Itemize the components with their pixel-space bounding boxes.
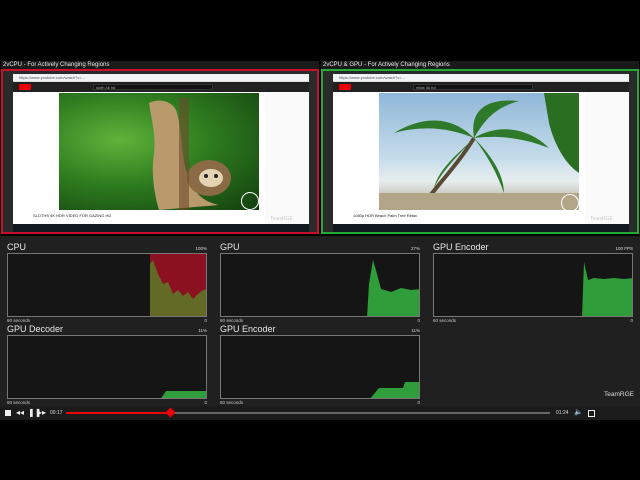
youtube-logo-icon[interactable]: [19, 84, 31, 90]
gpu-encoder-top-fps: 100 FPS: [615, 246, 633, 251]
gpu-decoder-percent: 11%: [198, 328, 207, 333]
cpu-x-end: 0: [204, 318, 207, 323]
next-frame-icon[interactable]: ▸▸: [38, 409, 46, 417]
gpu-encoder-bottom-x-end: 0: [417, 400, 420, 405]
gpu-encoder-graph-top: GPU Encoder 100 FPS 60 seconds 0: [433, 242, 633, 324]
gpu-decoder-graph-area: [7, 335, 207, 399]
right-search-input[interactable]: relax 4k hd: [413, 84, 533, 90]
gpu-encoder-bottom-x-label: 60 seconds: [220, 400, 244, 405]
gpu-x-end: 0: [417, 318, 420, 323]
cpu-graph-area: [7, 253, 207, 317]
right-watermark: TeamRGE: [589, 216, 613, 222]
gpu-graph-area: [220, 253, 420, 317]
left-browser-window[interactable]: https://www.youtube.com/watch?v=... slot…: [13, 74, 309, 232]
left-youtube-header: sloth 4k hd: [13, 82, 309, 92]
right-session-pane[interactable]: https://www.youtube.com/watch?v=... rela…: [321, 69, 639, 234]
seek-knob[interactable]: [165, 407, 176, 418]
gpu-encoder-bottom-label: GPU Encoder: [220, 324, 276, 334]
sloth-image: [149, 98, 231, 210]
right-video-player[interactable]: [379, 93, 579, 212]
palm-tree-image: [379, 93, 579, 212]
right-remote-cursor-icon: [561, 194, 579, 212]
right-stats-sidepanel: [585, 93, 629, 228]
right-browser-window[interactable]: https://www.youtube.com/watch?v=... rela…: [333, 74, 629, 232]
stats-watermark: TeamRGE: [604, 391, 634, 398]
player-controls: ◂◂ ❚❚ ▸▸ 00:17 01:24 🔈: [0, 406, 640, 420]
gpu-graph: GPU 27% 60 seconds 0: [220, 242, 420, 324]
left-stats-sidepanel: [265, 93, 309, 228]
right-url-bar[interactable]: https://www.youtube.com/watch?v=...: [333, 74, 629, 82]
left-watermark: TeamRGE: [269, 216, 293, 222]
left-video-caption[interactable]: SLOTHS 4K HDR VIDEO FOR GAZING HD: [33, 213, 111, 218]
performance-stats-panel: CPU 100% 60 seconds 0 GPU 27% 60 seconds…: [0, 236, 640, 406]
left-search-input[interactable]: sloth 4k hd: [93, 84, 213, 90]
right-video-caption[interactable]: 1080p HDR Beach Palm Tree Relax: [353, 213, 417, 218]
stop-icon[interactable]: [5, 410, 11, 416]
seek-bar-fill: [66, 412, 171, 414]
current-time: 00:17: [50, 410, 63, 416]
gpu-decoder-label: GPU Decoder: [7, 324, 64, 334]
left-session-pane[interactable]: https://www.youtube.com/watch?v=... slot…: [1, 69, 319, 234]
prev-frame-icon[interactable]: ◂◂: [16, 409, 24, 417]
gpu-decoder-x-label: 60 seconds: [7, 400, 31, 405]
left-taskbar[interactable]: [13, 224, 309, 232]
youtube-logo-icon[interactable]: [339, 84, 351, 90]
cpu-graph: CPU 100% 60 seconds 0: [7, 242, 207, 324]
gpu-encoder-bottom-percent: 11%: [411, 328, 420, 333]
left-url-bar[interactable]: https://www.youtube.com/watch?v=...: [13, 74, 309, 82]
gpu-decoder-graph: GPU Decoder 11% 60 seconds 0: [7, 324, 207, 406]
left-video-player[interactable]: [59, 93, 259, 210]
total-time: 01:24: [556, 410, 569, 416]
seek-bar[interactable]: [66, 407, 550, 418]
cpu-label: CPU: [7, 242, 27, 252]
gpu-percent: 27%: [410, 246, 420, 251]
cpu-x-label: 60 seconds: [7, 318, 31, 323]
volume-icon[interactable]: 🔈: [574, 409, 583, 417]
gpu-encoder-top-x-label: 60 seconds: [433, 318, 457, 323]
fullscreen-icon[interactable]: [588, 410, 595, 417]
gpu-encoder-bottom-graph-area: [220, 335, 420, 399]
right-taskbar[interactable]: [333, 224, 629, 232]
gpu-label: GPU: [220, 242, 240, 252]
gpu-encoder-graph-bottom: GPU Encoder 11% 60 seconds 0: [220, 324, 420, 406]
gpu-encoder-top-graph-area: [433, 253, 633, 317]
left-remote-cursor-icon: [241, 192, 259, 210]
gpu-x-label: 60 seconds: [220, 318, 244, 323]
gpu-decoder-x-end: 0: [204, 400, 207, 405]
right-youtube-header: relax 4k hd: [333, 82, 629, 92]
gpu-encoder-top-x-end: 0: [630, 318, 633, 323]
cpu-percent: 100%: [195, 246, 207, 251]
gpu-encoder-top-label: GPU Encoder: [433, 242, 489, 252]
